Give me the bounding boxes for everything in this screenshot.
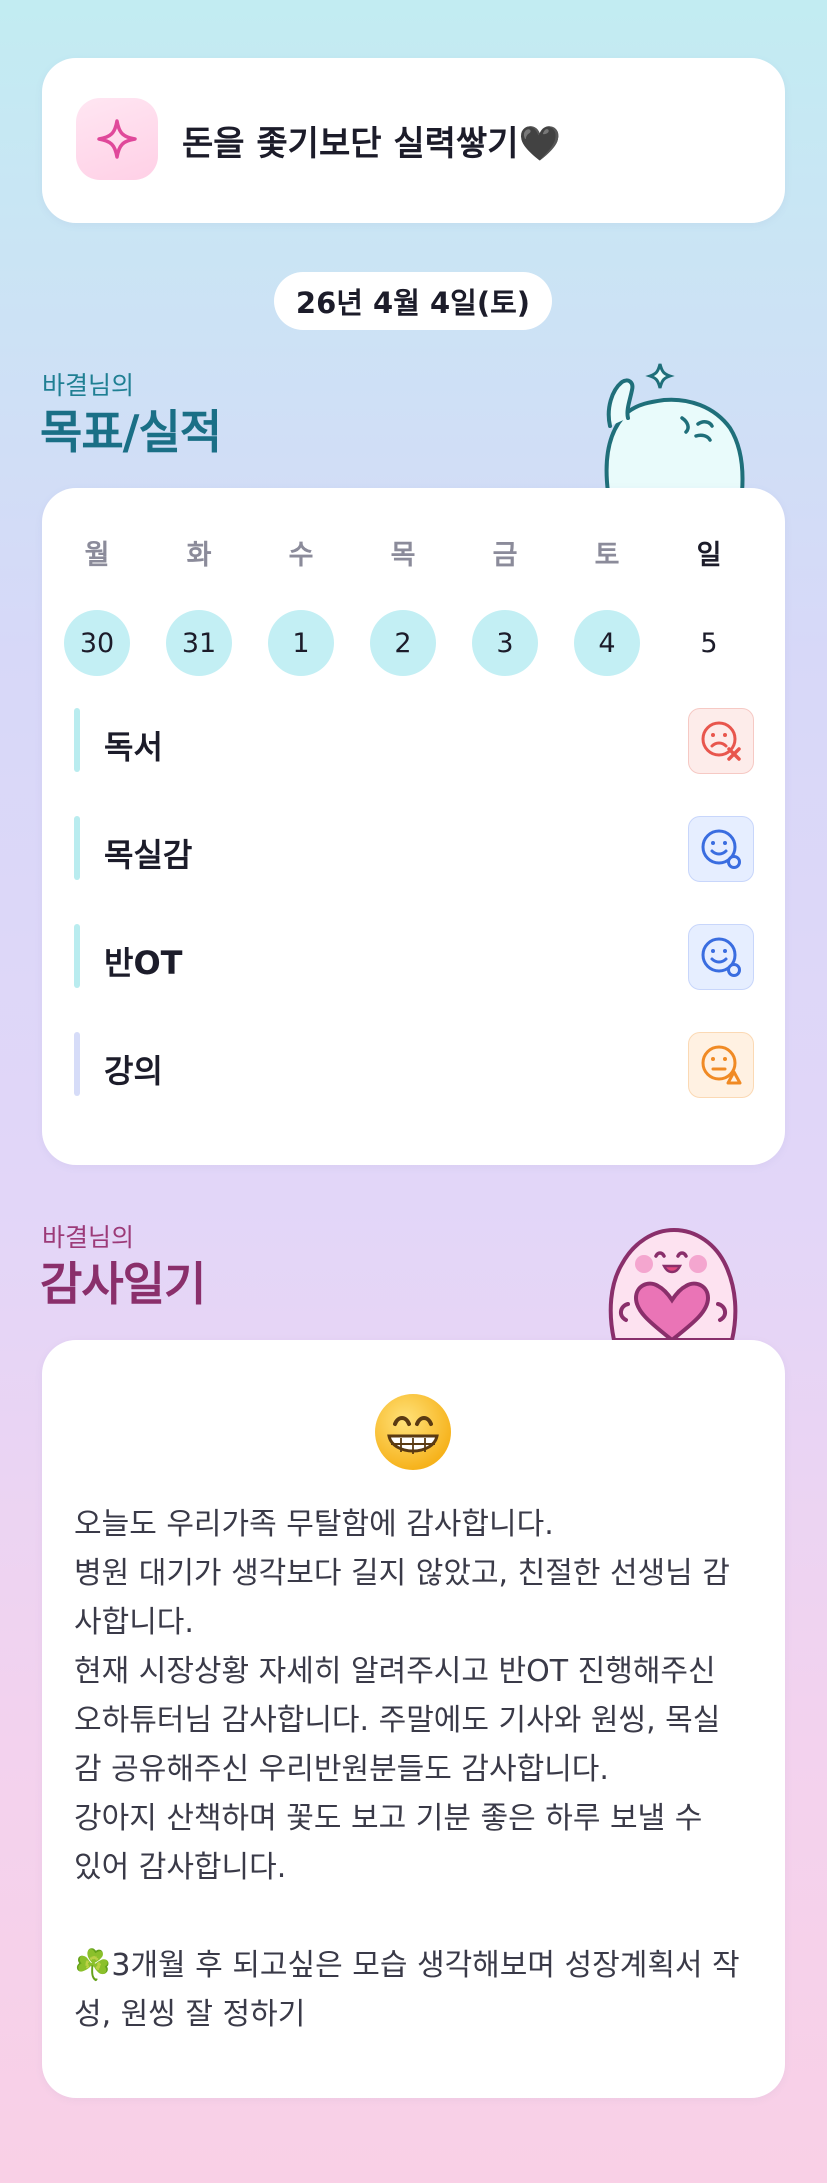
- day-number: 3: [472, 610, 538, 676]
- goal-indicator-bar: [74, 708, 80, 772]
- motto-card: 돈을 좇기보단 실력쌓기🖤: [42, 58, 785, 223]
- diary-card: 오늘도 우리가족 무탈함에 감사합니다. 병원 대기가 생각보다 길지 않았고,…: [42, 1340, 785, 2098]
- neutral-face-triangle-icon[interactable]: [688, 1032, 754, 1098]
- pink-mascot-illustration: [598, 1212, 748, 1344]
- day-saturday[interactable]: 토 4: [574, 538, 640, 676]
- goal-row-reading[interactable]: 독서: [74, 706, 754, 774]
- day-number: 1: [268, 610, 334, 676]
- goal-name: 강의: [104, 1052, 163, 1090]
- day-label: 화: [186, 540, 212, 571]
- day-label: 목: [390, 540, 416, 571]
- day-tuesday[interactable]: 화 31: [166, 538, 232, 676]
- goals-title: 목표/실적: [40, 405, 222, 459]
- goal-name: 반OT: [104, 944, 183, 982]
- goal-indicator-bar: [74, 1032, 80, 1096]
- goal-row-mokshilgam[interactable]: 목실감: [74, 814, 754, 882]
- sad-face-x-icon[interactable]: [688, 708, 754, 774]
- goal-name: 독서: [104, 728, 163, 766]
- day-number: 5: [700, 627, 718, 659]
- day-number: 2: [370, 610, 436, 676]
- day-label: 일: [696, 540, 722, 571]
- smile-face-check-icon[interactable]: [688, 924, 754, 990]
- smile-face-check-icon[interactable]: [688, 816, 754, 882]
- diary-entry-text[interactable]: 오늘도 우리가족 무탈함에 감사합니다. 병원 대기가 생각보다 길지 않았고,…: [74, 1500, 764, 2039]
- diary-title: 감사일기: [40, 1257, 206, 1311]
- motto-text: 돈을 좇기보단 실력쌓기🖤: [182, 124, 561, 164]
- goals-card: 월 30 화 31 수 1 목 2 금 3 토 4 일 5 독서 목실감 반OT…: [42, 488, 785, 1165]
- day-monday[interactable]: 월 30: [64, 538, 130, 676]
- sparkle-icon: [76, 98, 158, 180]
- day-thursday[interactable]: 목 2: [370, 538, 436, 676]
- day-friday[interactable]: 금 3: [472, 538, 538, 676]
- day-label: 금: [492, 540, 518, 571]
- goal-indicator-bar: [74, 816, 80, 880]
- mint-mascot-illustration: [598, 360, 748, 496]
- date-label[interactable]: 26년 4월 4일(토): [274, 272, 552, 330]
- day-label: 토: [594, 540, 620, 571]
- day-sunday[interactable]: 일 5: [676, 538, 742, 676]
- day-number: 31: [166, 610, 232, 676]
- day-wednesday[interactable]: 수 1: [268, 538, 334, 676]
- day-number: 30: [64, 610, 130, 676]
- day-label: 수: [288, 540, 314, 571]
- goal-indicator-bar: [74, 924, 80, 988]
- grinning-face-icon: [373, 1392, 453, 1472]
- goal-row-ban-ot[interactable]: 반OT: [74, 922, 754, 990]
- goal-name: 목실감: [104, 836, 193, 874]
- day-number: 4: [574, 610, 640, 676]
- goal-row-lecture[interactable]: 강의: [74, 1030, 754, 1098]
- day-label: 월: [84, 540, 110, 571]
